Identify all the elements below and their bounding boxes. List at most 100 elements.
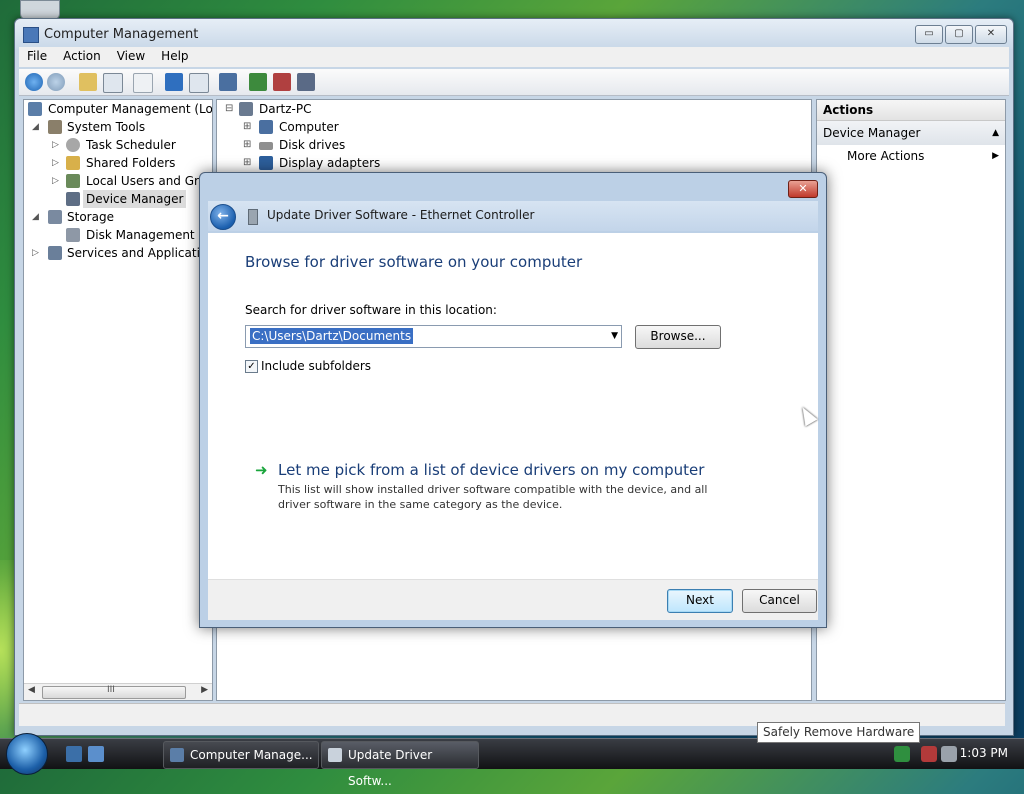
show-hide-tree-icon[interactable] bbox=[103, 73, 123, 93]
menu-view[interactable]: View bbox=[109, 47, 153, 67]
dialog-close-button[interactable]: ✕ bbox=[788, 180, 818, 198]
expand-icon[interactable]: ▷ bbox=[32, 244, 42, 262]
collapse-icon[interactable]: ◢ bbox=[32, 208, 42, 226]
search-location-label: Search for driver software in this locat… bbox=[245, 303, 497, 317]
tools-icon bbox=[48, 120, 62, 134]
switch-windows-icon[interactable] bbox=[88, 746, 104, 762]
clock-icon bbox=[66, 138, 80, 152]
scroll-left-icon[interactable]: ◀ bbox=[28, 685, 35, 695]
green-arrow-icon: ➜ bbox=[255, 461, 268, 479]
browse-button[interactable]: Browse... bbox=[635, 325, 721, 349]
menu-action[interactable]: Action bbox=[55, 47, 109, 67]
tree-item-label: Services and Applications bbox=[67, 246, 213, 260]
actions-section-device-manager[interactable]: Device Manager ▲ bbox=[817, 121, 1005, 145]
disk-icon bbox=[66, 228, 80, 242]
expand-icon[interactable]: ▷ bbox=[52, 154, 62, 172]
toolbar bbox=[19, 69, 1009, 96]
dialog-footer: Next Cancel bbox=[208, 579, 818, 620]
uninstall-device-icon[interactable] bbox=[297, 73, 315, 91]
start-button[interactable] bbox=[6, 733, 48, 775]
clock[interactable]: 1:03 PM bbox=[960, 746, 1008, 760]
safely-remove-hardware-icon[interactable] bbox=[894, 746, 910, 762]
expand-icon[interactable]: ▷ bbox=[52, 172, 62, 190]
tree-item-label: System Tools bbox=[67, 120, 146, 134]
pick-from-list-description: This list will show installed driver sof… bbox=[278, 483, 708, 511]
search-location-combobox[interactable]: C:\Users\Dartz\Documents ▼ bbox=[245, 325, 622, 348]
tree-horizontal-scrollbar[interactable]: ◀ III ▶ bbox=[24, 683, 212, 700]
taskbar-button-computer-management[interactable]: Computer Manage... bbox=[163, 741, 319, 769]
tree-item-label: Task Scheduler bbox=[86, 138, 176, 152]
tray-tooltip: Safely Remove Hardware bbox=[757, 722, 921, 743]
show-desktop-icon[interactable] bbox=[66, 746, 82, 762]
computer-management-icon bbox=[23, 27, 39, 43]
back-icon[interactable] bbox=[25, 73, 43, 91]
menu-file[interactable]: File bbox=[19, 47, 55, 67]
menu-bar: File Action View Help bbox=[19, 47, 1009, 67]
storage-icon bbox=[48, 210, 62, 224]
cancel-button[interactable]: Cancel bbox=[742, 589, 817, 613]
expand-icon[interactable]: ⊞ bbox=[243, 136, 253, 154]
display-adapter-icon bbox=[259, 156, 273, 170]
dialog-body: Browse for driver software on your compu… bbox=[208, 233, 818, 579]
disable-device-icon[interactable] bbox=[273, 73, 291, 91]
volume-muted-icon[interactable] bbox=[941, 746, 957, 762]
device-root-label: Dartz-PC bbox=[259, 102, 312, 116]
collapse-icon[interactable]: ⊟ bbox=[225, 100, 235, 118]
help-icon[interactable] bbox=[165, 73, 183, 91]
include-subfolders-checkbox[interactable]: ✓ bbox=[245, 360, 258, 373]
users-icon bbox=[66, 174, 80, 188]
computer-management-icon bbox=[170, 748, 184, 762]
scan-hardware-icon[interactable] bbox=[219, 73, 237, 91]
include-subfolders-label: Include subfolders bbox=[261, 359, 372, 373]
tree-item-label: Computer Management (Local bbox=[48, 102, 213, 116]
show-hide-action-pane-icon[interactable] bbox=[189, 73, 209, 93]
collapse-arrow-icon[interactable]: ▲ bbox=[992, 121, 999, 145]
dialog-navigation-bar: ← Update Driver Software - Ethernet Cont… bbox=[208, 201, 818, 231]
expand-icon[interactable]: ⊞ bbox=[243, 154, 253, 172]
include-subfolders-row[interactable]: ✓ Include subfolders bbox=[245, 359, 371, 373]
pick-from-list-link[interactable]: Let me pick from a list of device driver… bbox=[278, 461, 704, 479]
recycle-bin-icon[interactable] bbox=[20, 0, 60, 20]
tree-item-label: Local Users and Group bbox=[86, 174, 213, 188]
dropdown-arrow-icon[interactable]: ▼ bbox=[611, 331, 618, 341]
expand-icon[interactable]: ▷ bbox=[52, 136, 62, 154]
close-button[interactable]: ✕ bbox=[975, 25, 1007, 44]
update-driver-icon bbox=[328, 748, 342, 762]
network-adapter-icon bbox=[248, 209, 258, 225]
scroll-right-icon[interactable]: ▶ bbox=[201, 685, 208, 695]
taskbar-button-update-driver[interactable]: Update Driver Softw... bbox=[321, 741, 479, 788]
disk-drive-icon bbox=[259, 142, 273, 150]
dialog-title: Update Driver Software - Ethernet Contro… bbox=[267, 208, 535, 222]
section-label: Device Manager bbox=[823, 126, 921, 140]
window-titlebar[interactable]: Computer Management ▭ ▢ ✕ bbox=[15, 19, 1013, 49]
network-icon[interactable] bbox=[921, 746, 937, 762]
path-value[interactable]: C:\Users\Dartz\Documents bbox=[250, 328, 414, 344]
computer-icon bbox=[259, 120, 273, 134]
scrollbar-thumb[interactable]: III bbox=[42, 685, 186, 699]
computer-management-icon bbox=[28, 102, 42, 116]
menu-help[interactable]: Help bbox=[153, 47, 196, 67]
properties-icon[interactable] bbox=[133, 73, 153, 93]
up-icon[interactable] bbox=[79, 73, 97, 91]
actions-pane: Actions Device Manager ▲ More Actions ▶ bbox=[816, 99, 1006, 701]
maximize-button[interactable]: ▢ bbox=[945, 25, 973, 44]
update-driver-icon[interactable] bbox=[249, 73, 267, 91]
minimize-button[interactable]: ▭ bbox=[915, 25, 943, 44]
computer-icon bbox=[239, 102, 253, 116]
tree-item-label: Shared Folders bbox=[86, 156, 176, 170]
device-label: Disk drives bbox=[279, 138, 346, 152]
actions-header: Actions bbox=[817, 100, 1005, 121]
tree-item-label: Device Manager bbox=[83, 190, 187, 208]
forward-icon[interactable] bbox=[47, 73, 65, 91]
collapse-icon[interactable]: ◢ bbox=[32, 118, 42, 136]
back-button[interactable]: ← bbox=[210, 204, 236, 230]
expand-icon[interactable]: ⊞ bbox=[243, 118, 253, 136]
device-label: Computer bbox=[279, 120, 339, 134]
device-manager-icon bbox=[66, 192, 80, 206]
action-more-actions[interactable]: More Actions ▶ bbox=[817, 145, 1005, 167]
grip-icon: III bbox=[107, 685, 115, 695]
dialog-heading: Browse for driver software on your compu… bbox=[245, 253, 583, 271]
shared-folder-icon bbox=[66, 156, 80, 170]
update-driver-dialog: ✕ ← Update Driver Software - Ethernet Co… bbox=[199, 172, 827, 628]
next-button[interactable]: Next bbox=[667, 589, 733, 613]
